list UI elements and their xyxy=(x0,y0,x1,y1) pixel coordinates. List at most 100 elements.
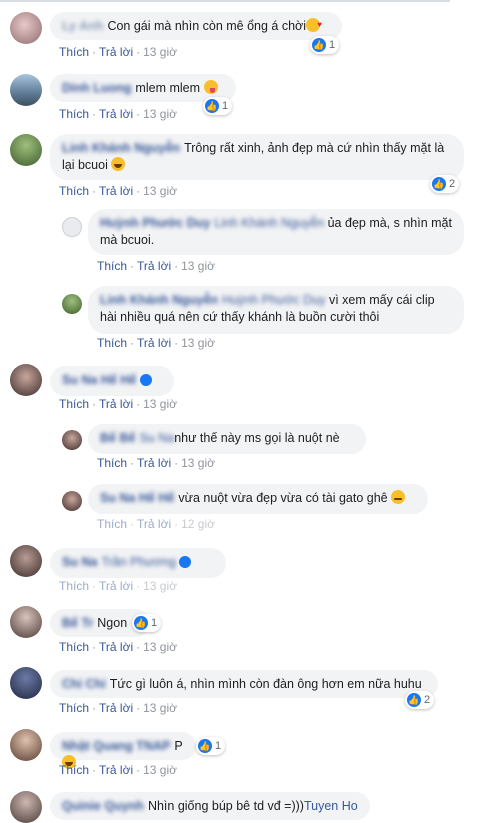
like-link[interactable]: Thích xyxy=(59,763,89,777)
like-link[interactable]: Thích xyxy=(59,579,89,593)
comment-time[interactable]: 13 giờ xyxy=(143,763,177,777)
comment-bubble: Linh Khánh Nguyễn Huỳnh Phước Duy vì xem … xyxy=(88,286,464,334)
comment-time[interactable]: 13 giờ xyxy=(143,579,177,593)
reply-link[interactable]: Trả lời xyxy=(99,579,133,593)
comment-author[interactable]: Chi Chi xyxy=(62,677,106,691)
relieved-emoji-icon xyxy=(391,490,406,504)
verified-badge-icon xyxy=(179,556,192,568)
reaction-count[interactable]: 👍 1 xyxy=(203,97,233,115)
mention-link[interactable]: Su Na xyxy=(139,431,174,445)
avatar[interactable] xyxy=(62,430,82,450)
like-link[interactable]: Thích xyxy=(59,45,89,59)
comment-time[interactable]: 13 giờ xyxy=(181,259,215,273)
comment-time[interactable]: 13 giờ xyxy=(143,184,177,198)
comment-author[interactable]: Dinh Luong xyxy=(62,81,131,95)
reply-link[interactable]: Trả lời xyxy=(99,640,133,654)
comment-author[interactable]: Bế Tr xyxy=(62,616,93,630)
like-link[interactable]: Thích xyxy=(59,397,89,411)
mention-link[interactable]: Huỳnh Phước Duy xyxy=(222,293,325,307)
comment-time[interactable]: 13 giờ xyxy=(143,640,177,654)
comment-bubble: Su Na Hế Hế vừa nuột vừa đẹp vừa có tài g… xyxy=(88,484,428,514)
comment-author[interactable]: Quinie Quynh xyxy=(62,799,144,813)
comment-actions: Thích · Trả lời · 12 giờ xyxy=(97,517,215,531)
reply-link[interactable]: Trả lời xyxy=(99,763,133,777)
avatar[interactable] xyxy=(10,74,42,106)
comment-time[interactable]: 13 giờ xyxy=(143,397,177,411)
comment-author[interactable]: Ly Anh xyxy=(62,19,103,33)
comment-time[interactable]: 13 giờ xyxy=(181,336,215,350)
avatar[interactable] xyxy=(62,217,82,237)
reply-link[interactable]: Trả lời xyxy=(99,45,133,59)
avatar[interactable] xyxy=(10,364,42,396)
comment-actions: Thích · Trả lời · 13 giờ xyxy=(97,456,215,470)
like-link[interactable]: Thích xyxy=(97,456,127,470)
comment-time[interactable]: 12 giờ xyxy=(181,517,215,531)
comment-time[interactable]: 13 giờ xyxy=(143,701,177,715)
comment-text: Con gái mà nhìn còn mê ổng á chời xyxy=(107,19,307,33)
avatar[interactable] xyxy=(62,294,82,314)
comment-bubble: Su Na Trần Phương xyxy=(50,548,226,578)
comment-text: P xyxy=(174,739,183,753)
comment-author[interactable]: Su Na xyxy=(62,555,97,569)
avatar[interactable] xyxy=(10,134,42,166)
comment-author[interactable]: Bế Bế xyxy=(100,431,135,445)
comment-bubble: Quinie Quynh Nhìn giống búp bê td vđ =)))… xyxy=(50,792,370,820)
like-link[interactable]: Thích xyxy=(97,259,127,273)
comment-text: vừa nuột vừa đẹp vừa có tài gato ghê xyxy=(178,491,388,505)
mention-link[interactable]: Trần Phương xyxy=(101,555,175,569)
reply-link[interactable]: Trả lời xyxy=(99,701,133,715)
avatar[interactable] xyxy=(10,729,42,761)
comment-actions: Thích · Trả lời · 13 giờ xyxy=(59,579,177,593)
comment-author[interactable]: Su Na Hế Hế xyxy=(100,491,174,505)
comment-actions: Thích · Trả lời · 13 giờ xyxy=(59,184,177,198)
like-link[interactable]: Thích xyxy=(59,184,89,198)
comment-time[interactable]: 13 giờ xyxy=(181,456,215,470)
reaction-count[interactable]: 👍 2 xyxy=(430,175,460,193)
like-link[interactable]: Thích xyxy=(59,701,89,715)
comment-actions: Thích · Trả lời · 13 giờ xyxy=(59,397,177,411)
comment-bubble: Chi Chi Tức gì luôn á, nhìn mình còn đàn … xyxy=(50,670,438,698)
top-divider xyxy=(0,0,450,2)
avatar[interactable] xyxy=(10,12,42,44)
comment-text: Ngon xyxy=(97,616,128,630)
reply-link[interactable]: Trả lời xyxy=(137,456,171,470)
comment-author[interactable]: Nhật Quang TNAP xyxy=(62,739,170,753)
comment-actions: Thích · Trả lời · 13 giờ xyxy=(97,259,215,273)
avatar[interactable] xyxy=(10,791,42,823)
reaction-count[interactable]: 👍 1 xyxy=(132,614,162,632)
reply-link[interactable]: Trả lời xyxy=(137,336,171,350)
comment-time[interactable]: 13 giờ xyxy=(143,45,177,59)
comment-author[interactable]: Linh Khánh Nguyễn xyxy=(62,141,180,155)
comment-actions: Thích · Trả lời · 13 giờ xyxy=(59,701,177,715)
reaction-count[interactable]: 👍 1 xyxy=(310,36,340,54)
comment-text: Nhìn giống búp bê td vđ =))) xyxy=(147,799,304,813)
comment-time[interactable]: 13 giờ xyxy=(143,107,177,121)
like-reaction-icon: 👍 xyxy=(312,38,326,52)
like-link[interactable]: Thích xyxy=(59,640,89,654)
like-link[interactable]: Thích xyxy=(97,336,127,350)
comment-author[interactable]: Su Na Hế Hế xyxy=(62,373,136,387)
like-reaction-icon: 👍 xyxy=(407,693,421,707)
like-link[interactable]: Thích xyxy=(97,517,127,531)
reply-link[interactable]: Trả lời xyxy=(137,517,171,531)
like-link[interactable]: Thích xyxy=(59,107,89,121)
comment-bubble: Ly Anh Con gái mà nhìn còn mê ổng á chời xyxy=(50,12,342,40)
reaction-count[interactable]: 👍 2 xyxy=(405,691,435,709)
laughing-emoji-icon xyxy=(111,157,126,171)
avatar[interactable] xyxy=(62,491,82,511)
reply-link[interactable]: Trả lời xyxy=(99,107,133,121)
avatar[interactable] xyxy=(10,667,42,699)
comment-bubble: Linh Khánh Nguyễn Trông rất xinh, ảnh đẹp… xyxy=(50,134,464,180)
comment-author[interactable]: Huỳnh Phước Duy xyxy=(100,216,210,230)
mention-link[interactable]: Tuyen Ho xyxy=(304,799,358,813)
avatar[interactable] xyxy=(10,606,42,638)
reply-link[interactable]: Trả lời xyxy=(137,259,171,273)
reply-link[interactable]: Trả lời xyxy=(99,184,133,198)
comment-author[interactable]: Linh Khánh Nguyễn xyxy=(100,293,218,307)
reaction-count[interactable]: 👍 1 xyxy=(196,737,226,755)
like-reaction-icon: 👍 xyxy=(205,99,219,113)
mention-link[interactable]: Linh Khánh Nguyễn xyxy=(214,216,324,230)
reply-link[interactable]: Trả lời xyxy=(99,397,133,411)
comment-text: Tức gì luôn á, nhìn mình còn đàn ông hơn… xyxy=(109,677,422,691)
avatar[interactable] xyxy=(10,545,42,577)
